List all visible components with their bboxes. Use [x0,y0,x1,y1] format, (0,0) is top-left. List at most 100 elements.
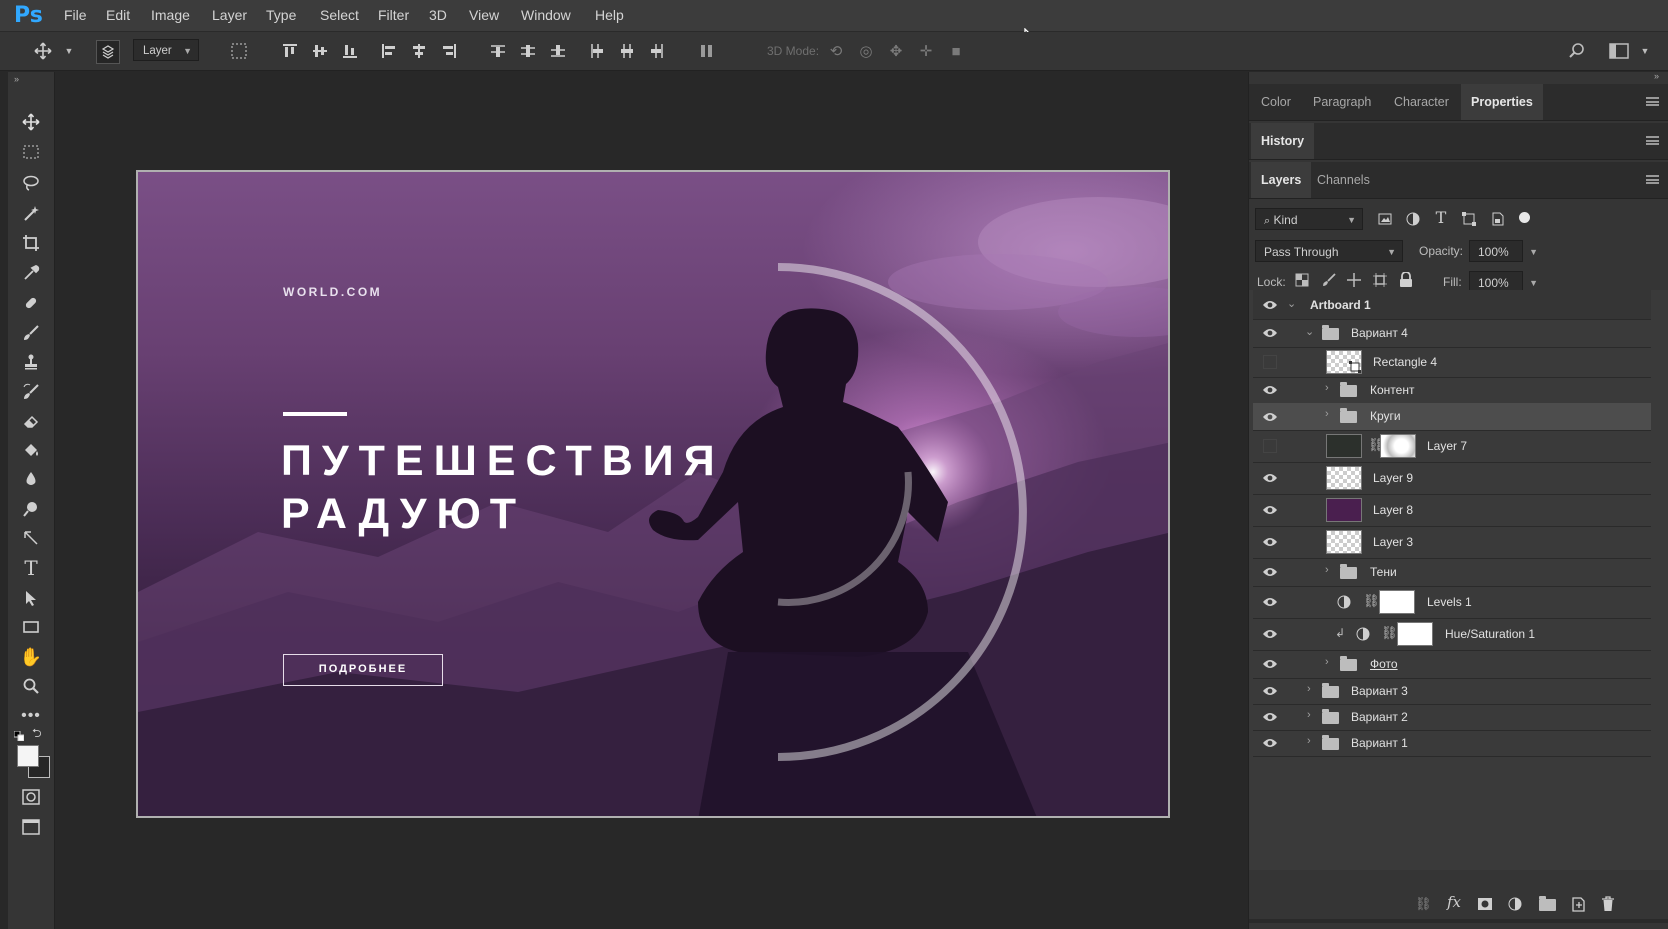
show-transform-controls-icon[interactable] [228,40,250,62]
dodge-tool-icon[interactable] [20,498,42,520]
new-layer-icon[interactable] [1571,896,1585,912]
layer-row-variant-1[interactable]: › Вариант 1 [1253,730,1651,757]
align-horizontal-center-icon[interactable] [408,40,430,62]
align-left-icon[interactable] [378,40,400,62]
collapse-panels-icon[interactable]: » [1654,71,1659,81]
clone-stamp-tool-icon[interactable] [20,351,42,373]
align-bottom-icon[interactable] [339,40,361,62]
layer-row-layer-7[interactable]: ⛓ Layer 7 [1253,430,1651,463]
layer-row-photo[interactable]: › Фото [1253,650,1651,679]
swap-colors-icon[interactable]: ⮌ [32,724,42,745]
layer-row-layer-9[interactable]: Layer 9 [1253,462,1651,495]
menu-edit[interactable]: Edit [106,7,130,23]
screen-mode-icon[interactable] [20,816,42,838]
crop-tool-icon[interactable] [20,232,42,254]
layer-mask-thumbnail[interactable] [1397,622,1433,646]
layer-row-rectangle-4[interactable]: Rectangle 4 [1253,347,1651,378]
visibility-eye-icon[interactable] [1262,384,1278,396]
menu-file[interactable]: File [64,7,87,23]
filter-toggle-icon[interactable] [1519,212,1530,223]
visibility-eye-icon[interactable] [1262,566,1278,578]
chevron-right-icon[interactable]: › [1307,735,1311,747]
chevron-down-icon[interactable]: ▼ [58,40,80,62]
foreground-color-swatch[interactable] [17,745,39,767]
lock-position-icon[interactable] [1347,273,1361,287]
panel-menu-icon[interactable] [1646,136,1659,145]
panel-scrollbar[interactable] [1249,919,1668,923]
chevron-down-icon[interactable]: ▼ [1529,241,1538,263]
blend-mode-dropdown[interactable]: Pass Through ▼ [1255,240,1403,262]
align-top-icon[interactable] [279,40,301,62]
distribute-bottom-icon[interactable] [547,40,569,62]
align-right-icon[interactable] [438,40,460,62]
layer-row-layer-3[interactable]: Layer 3 [1253,526,1651,559]
chevron-right-icon[interactable]: › [1325,408,1329,420]
add-mask-icon[interactable] [1477,897,1493,911]
visibility-eye-icon[interactable] [1262,685,1278,697]
visibility-eye-icon[interactable] [1262,504,1278,516]
visibility-eye-icon[interactable] [1262,411,1278,423]
3d-slide-icon[interactable]: ✛ [915,40,937,62]
tab-channels[interactable]: Channels [1307,162,1380,198]
chevron-down-icon[interactable]: ▼ [1634,40,1656,62]
collapse-panel-icon[interactable]: » [14,74,19,84]
3d-scale-icon[interactable]: ■ [945,40,967,62]
tab-history[interactable]: History [1251,123,1315,159]
visibility-eye-icon[interactable] [1262,299,1278,311]
chevron-right-icon[interactable]: › [1307,683,1311,695]
search-icon[interactable] [1566,40,1588,62]
tab-properties[interactable]: Properties [1461,84,1543,120]
visibility-eye-icon[interactable] [1262,628,1278,640]
quick-mask-icon[interactable] [20,786,42,808]
tab-layers[interactable]: Layers [1251,162,1312,198]
paint-bucket-tool-icon[interactable] [20,439,42,461]
menu-filter[interactable]: Filter [378,7,409,23]
chevron-down-icon[interactable]: ⌄ [1305,325,1314,338]
menu-layer[interactable]: Layer [212,7,247,23]
pen-tool-icon[interactable] [20,527,42,549]
distribute-vertical-center-icon[interactable] [517,40,539,62]
link-layers-icon[interactable]: ⛓ [1415,896,1432,912]
visibility-eye-icon[interactable] [1262,472,1278,484]
lock-all-icon[interactable] [1399,271,1413,288]
magic-wand-tool-icon[interactable] [20,202,42,224]
layer-row-variant-2[interactable]: › Вариант 2 [1253,704,1651,731]
filter-smart-object-icon[interactable] [1488,210,1506,228]
layer-row-content[interactable]: › Контент [1253,377,1651,404]
3d-pan-icon[interactable]: ✥ [885,40,907,62]
new-group-icon[interactable] [1539,896,1556,911]
visibility-eye-icon[interactable] [1262,596,1278,608]
visibility-eye-icon[interactable] [1262,711,1278,723]
menu-type[interactable]: Type [266,7,296,23]
marquee-tool-icon[interactable] [20,141,42,163]
layer-row-variant-4[interactable]: ⌄ Вариант 4 [1253,319,1651,348]
brush-tool-icon[interactable] [20,322,42,344]
delete-layer-icon[interactable] [1601,896,1615,912]
layer-mask-thumbnail[interactable] [1380,434,1416,458]
panel-menu-icon[interactable] [1646,175,1659,184]
lock-image-pixels-icon[interactable] [1322,273,1336,287]
artboard[interactable]: WORLD.COM ПУТЕШЕСТВИЯ РАДУЮТ ПОДРОБНЕЕ [136,170,1170,818]
workspace-icon[interactable] [1608,40,1630,62]
tab-character[interactable]: Character [1384,84,1459,120]
type-tool-icon[interactable]: T [20,556,42,580]
zoom-tool-icon[interactable] [20,675,42,697]
layer-style-fx-icon[interactable]: fx [1447,893,1461,911]
eyedropper-tool-icon[interactable] [20,262,42,284]
link-chain-icon[interactable]: ⛓ [1363,593,1380,609]
visibility-eye-icon[interactable] [1262,536,1278,548]
tab-color[interactable]: Color [1251,84,1301,120]
auto-align-icon[interactable] [696,40,718,62]
distribute-left-icon[interactable] [586,40,608,62]
new-adjustment-layer-icon[interactable] [1508,897,1522,911]
layer-mask-thumbnail[interactable] [1379,590,1415,614]
distribute-top-icon[interactable] [487,40,509,62]
filter-adjustment-icon[interactable] [1404,210,1422,228]
distribute-horizontal-center-icon[interactable] [616,40,638,62]
visibility-toggle-hidden[interactable] [1263,439,1277,453]
layer-row-levels-1[interactable]: ⛓ Levels 1 [1253,586,1651,619]
3d-orbit-icon[interactable]: ⟲ [825,40,847,62]
menu-image[interactable]: Image [151,7,190,23]
tab-paragraph[interactable]: Paragraph [1303,84,1381,120]
visibility-toggle-hidden[interactable] [1263,355,1277,369]
